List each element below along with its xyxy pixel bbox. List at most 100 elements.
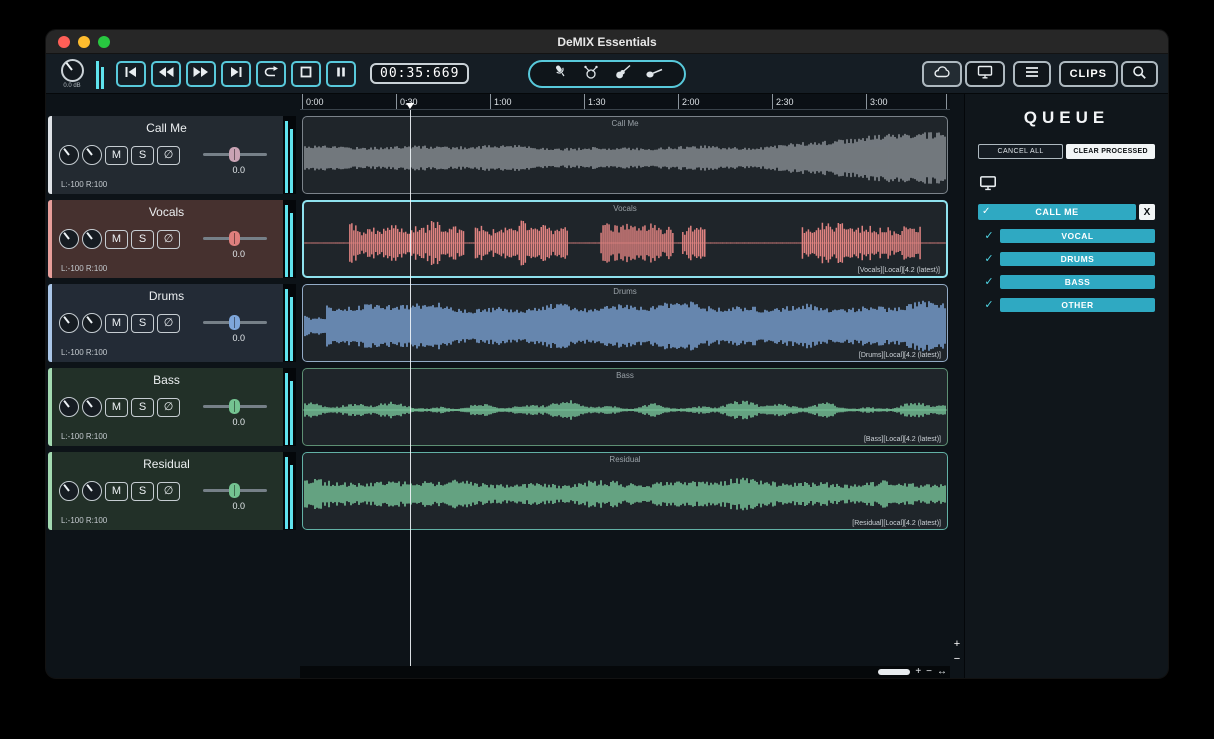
waveform[interactable] — [304, 213, 946, 273]
mute-button[interactable]: M — [105, 313, 128, 333]
stop-button[interactable] — [291, 60, 321, 87]
phase-button[interactable]: ∅ — [157, 313, 180, 333]
microphone-icon[interactable] — [551, 64, 569, 85]
waveform[interactable] — [303, 464, 947, 524]
skip-start-button[interactable] — [116, 60, 146, 87]
pan-right-knob[interactable] — [82, 313, 102, 333]
track-controls: M S ∅ — [59, 397, 180, 417]
playhead-marker[interactable] — [406, 103, 414, 109]
track-header[interactable]: Drums M S ∅ 0.0 L:-100 R:100 — [48, 284, 296, 362]
solo-button[interactable]: S — [131, 481, 154, 501]
clear-processed-button[interactable]: CLEAR PROCESSED — [1066, 144, 1155, 159]
timeline-ruler[interactable]: 0:000:301:001:302:002:303:003 — [300, 94, 950, 110]
stem-selector-pill — [528, 60, 686, 88]
track-header[interactable]: Vocals M S ∅ 0.0 L:-100 R:100 — [48, 200, 296, 278]
volume-slider-thumb[interactable] — [229, 483, 240, 498]
master-gain-knob[interactable] — [60, 58, 84, 82]
pan-left-knob[interactable] — [59, 397, 79, 417]
track-lane[interactable]: Residual [Residual][Local][4.2 (latest)] — [302, 452, 948, 530]
phase-button[interactable]: ∅ — [157, 229, 180, 249]
phase-button[interactable]: ∅ — [157, 145, 180, 165]
pan-right-knob[interactable] — [82, 145, 102, 165]
master-gain: 0.0 dB — [56, 58, 88, 89]
pause-button[interactable] — [326, 60, 356, 87]
minimize-window-button[interactable] — [78, 35, 90, 48]
queue-item[interactable]: ✓ BASS — [978, 275, 1155, 289]
pan-right-knob[interactable] — [82, 397, 102, 417]
time-display[interactable]: 00:35:669 — [370, 63, 470, 84]
mute-button[interactable]: M — [105, 481, 128, 501]
search-button[interactable] — [1121, 60, 1158, 87]
volume-slider-thumb[interactable] — [229, 147, 240, 162]
queue-item-pill[interactable]: VOCAL — [1000, 229, 1155, 243]
loop-button[interactable] — [256, 60, 286, 87]
pan-left-knob[interactable] — [59, 313, 79, 333]
hzoom-out-button[interactable]: − — [926, 667, 932, 677]
queue-item[interactable]: ✓ OTHER — [978, 298, 1155, 312]
guitar-icon[interactable] — [614, 64, 632, 85]
queue-item-pill[interactable]: BASS — [1000, 275, 1155, 289]
solo-button[interactable]: S — [131, 145, 154, 165]
solo-button[interactable]: S — [131, 313, 154, 333]
clips-button[interactable]: CLIPS — [1058, 60, 1118, 87]
vzoom-in-button[interactable]: + — [950, 639, 964, 650]
solo-button[interactable]: S — [131, 229, 154, 249]
volume-slider-thumb[interactable] — [229, 231, 240, 246]
queue-item[interactable]: ✓ DRUMS — [978, 252, 1155, 266]
queue-item[interactable]: ✓ VOCAL — [978, 229, 1155, 243]
rewind-button[interactable] — [151, 60, 181, 87]
cloud-button[interactable] — [921, 60, 962, 87]
hzoom-in-button[interactable]: + — [915, 667, 921, 677]
track-lane[interactable]: Bass [Bass][Local][4.2 (latest)] — [302, 368, 948, 446]
volume-slider[interactable] — [203, 483, 267, 498]
menu-button[interactable] — [1012, 60, 1051, 87]
skip-end-button[interactable] — [221, 60, 251, 87]
vzoom-out-button[interactable]: − — [950, 654, 964, 665]
track-lane[interactable]: Drums [Drums][Local][4.2 (latest)] — [302, 284, 948, 362]
waveform[interactable] — [303, 296, 947, 356]
track-header[interactable]: Call Me M S ∅ 0.0 L:-100 R:100 — [48, 116, 296, 194]
queue-item-parent[interactable]: ✓ CALL ME X — [978, 204, 1155, 220]
zoom-window-button[interactable] — [98, 35, 110, 48]
mute-button[interactable]: M — [105, 229, 128, 249]
solo-button[interactable]: S — [131, 397, 154, 417]
mute-button[interactable]: M — [105, 397, 128, 417]
phase-button[interactable]: ∅ — [157, 397, 180, 417]
pan-left-knob[interactable] — [59, 481, 79, 501]
local-device-button[interactable] — [964, 60, 1005, 87]
track-lane[interactable]: Vocals [Vocals][Local][4.2 (latest)] — [302, 200, 948, 278]
volume-slider[interactable] — [203, 231, 267, 246]
track-header[interactable]: Bass M S ∅ 0.0 L:-100 R:100 — [48, 368, 296, 446]
queue-item-pill[interactable]: OTHER — [1000, 298, 1155, 312]
mute-button[interactable]: M — [105, 145, 128, 165]
volume-slider-thumb[interactable] — [229, 399, 240, 414]
drums-icon[interactable] — [582, 64, 600, 85]
pan-right-knob[interactable] — [82, 481, 102, 501]
fast-forward-button[interactable] — [186, 60, 216, 87]
window-title: DeMIX Essentials — [557, 34, 657, 49]
waveform[interactable] — [303, 380, 947, 440]
pan-left-knob[interactable] — [59, 229, 79, 249]
track-level-meter — [283, 452, 296, 530]
waveform[interactable] — [303, 128, 947, 188]
phase-button[interactable]: ∅ — [157, 481, 180, 501]
playhead-line[interactable] — [410, 110, 411, 666]
queue-parent-pill[interactable]: ✓ CALL ME — [978, 204, 1136, 220]
pan-right-knob[interactable] — [82, 229, 102, 249]
volume-slider-thumb[interactable] — [229, 315, 240, 330]
cancel-all-button[interactable]: CANCEL ALL — [978, 144, 1064, 159]
pan-left-knob[interactable] — [59, 145, 79, 165]
bass-guitar-icon[interactable] — [645, 64, 663, 85]
check-icon: ✓ — [984, 229, 994, 242]
queue-item-pill[interactable]: DRUMS — [1000, 252, 1155, 266]
track-lane[interactable]: Call Me — [302, 116, 948, 194]
track-header[interactable]: Residual M S ∅ 0.0 L:-100 R:100 — [48, 452, 296, 530]
volume-slider[interactable] — [203, 315, 267, 330]
hscroll-thumb[interactable] — [878, 669, 911, 675]
volume-slider[interactable] — [203, 399, 267, 414]
hzoom-fit-button[interactable]: ↔ — [937, 667, 947, 677]
volume-slider[interactable] — [203, 147, 267, 162]
remove-queue-item-button[interactable]: X — [1139, 204, 1155, 220]
queue-title: QUEUE — [1023, 108, 1110, 127]
close-window-button[interactable] — [58, 35, 70, 48]
